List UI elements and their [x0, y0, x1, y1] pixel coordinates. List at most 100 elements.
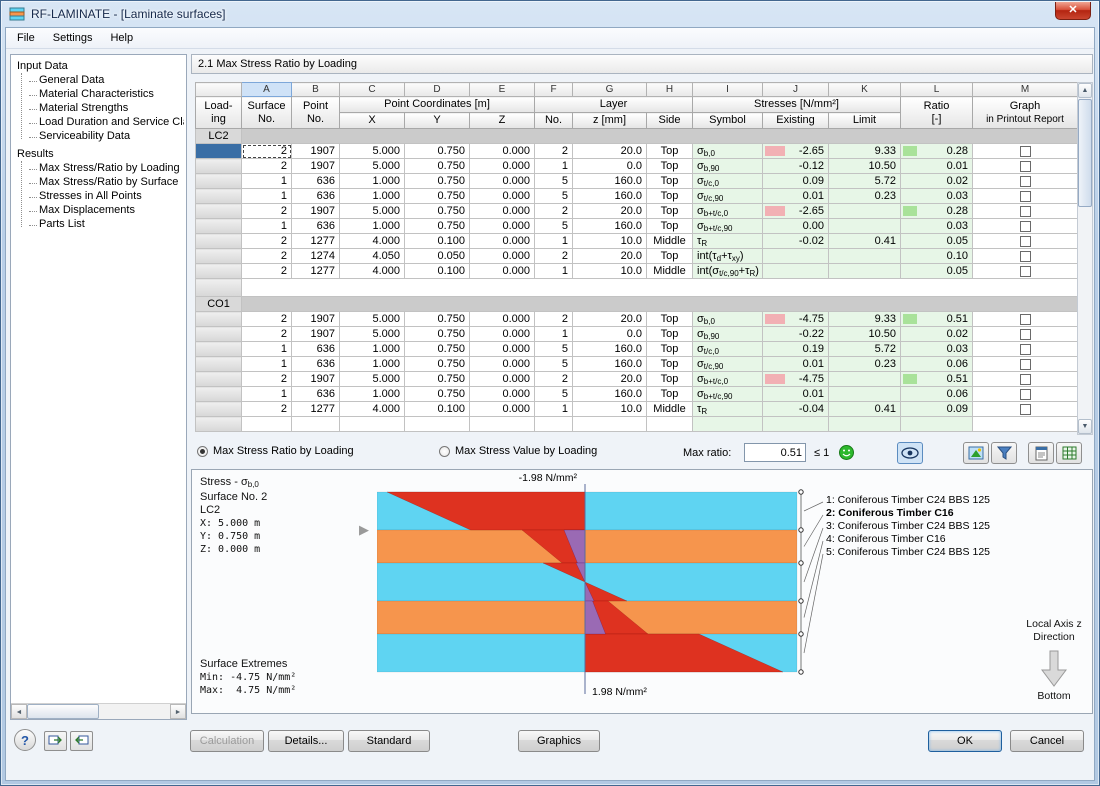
side-cell[interactable]: Top: [647, 144, 693, 159]
table-vertical-scrollbar[interactable]: ▲ ▼: [1077, 82, 1093, 435]
ratio-cell[interactable]: 0.09: [901, 402, 973, 417]
column-letter-B[interactable]: B: [292, 83, 340, 97]
scroll-down-arrow-icon[interactable]: ▼: [1078, 419, 1092, 434]
layer-z-cell[interactable]: 20.0: [573, 372, 647, 387]
layer-no-cell[interactable]: 1: [535, 264, 573, 279]
graph-checkbox-cell[interactable]: [973, 219, 1078, 234]
graph-checkbox-cell[interactable]: [973, 357, 1078, 372]
ratio-cell[interactable]: 0.51: [901, 312, 973, 327]
row-selector[interactable]: [196, 312, 242, 327]
side-cell[interactable]: Top: [647, 159, 693, 174]
graph-checkbox[interactable]: [1020, 251, 1031, 262]
symbol-cell[interactable]: σb+t/c,0: [693, 204, 763, 219]
point-cell[interactable]: 636: [292, 357, 340, 372]
column-header-layer[interactable]: Layer: [535, 97, 693, 113]
graph-checkbox-cell[interactable]: [973, 372, 1078, 387]
side-cell[interactable]: Top: [647, 327, 693, 342]
layer-z-cell[interactable]: 20.0: [573, 204, 647, 219]
ratio-cell[interactable]: 0.02: [901, 327, 973, 342]
column-letter-L[interactable]: L: [901, 83, 973, 97]
layer-no-cell[interactable]: 2: [535, 249, 573, 264]
limit-cell[interactable]: 0.41: [829, 234, 901, 249]
coord-x-cell[interactable]: 5.000: [340, 372, 405, 387]
point-cell[interactable]: 1907: [292, 144, 340, 159]
column-header-limit[interactable]: Limit: [829, 113, 901, 129]
symbol-cell[interactable]: σt/c,90: [693, 357, 763, 372]
ratio-cell[interactable]: 0.02: [901, 174, 973, 189]
surface-cell[interactable]: 2: [242, 264, 292, 279]
limit-cell[interactable]: [829, 219, 901, 234]
symbol-cell[interactable]: σb+t/c,0: [693, 372, 763, 387]
limit-cell[interactable]: 0.23: [829, 357, 901, 372]
column-header-point[interactable]: PointNo.: [292, 97, 340, 129]
layer-z-cell[interactable]: 20.0: [573, 312, 647, 327]
column-letter-J[interactable]: J: [763, 83, 829, 97]
limit-cell[interactable]: [829, 249, 901, 264]
side-cell[interactable]: Top: [647, 219, 693, 234]
surface-cell[interactable]: 2: [242, 249, 292, 264]
graph-checkbox[interactable]: [1020, 374, 1031, 385]
ratio-cell[interactable]: 0.06: [901, 357, 973, 372]
layer-no-cell[interactable]: 2: [535, 144, 573, 159]
limit-cell[interactable]: 10.50: [829, 159, 901, 174]
ratio-cell[interactable]: 0.06: [901, 387, 973, 402]
graph-checkbox-cell[interactable]: [973, 204, 1078, 219]
titlebar[interactable]: RF-LAMINATE - [Laminate surfaces] ✕: [1, 1, 1099, 27]
coord-x-cell[interactable]: 1.000: [340, 357, 405, 372]
existing-cell[interactable]: -4.75: [763, 312, 829, 327]
row-selector[interactable]: [196, 327, 242, 342]
column-header-surface[interactable]: SurfaceNo.: [242, 97, 292, 129]
coord-y-cell[interactable]: 0.750: [405, 159, 470, 174]
column-header-coordinates[interactable]: Point Coordinates [m]: [340, 97, 535, 113]
symbol-cell[interactable]: τR: [693, 402, 763, 417]
existing-cell[interactable]: [763, 264, 829, 279]
scrollbar-thumb[interactable]: [1078, 99, 1092, 207]
layer-z-cell[interactable]: 10.0: [573, 402, 647, 417]
existing-cell[interactable]: [763, 249, 829, 264]
coord-z-cell[interactable]: 0.000: [470, 144, 535, 159]
menu-help[interactable]: Help: [101, 29, 142, 47]
row-selector[interactable]: [196, 249, 242, 264]
graph-checkbox[interactable]: [1020, 206, 1031, 217]
column-header-side[interactable]: Side: [647, 113, 693, 129]
ratio-cell[interactable]: 0.03: [901, 219, 973, 234]
graph-checkbox-cell[interactable]: [973, 249, 1078, 264]
layer-no-cell[interactable]: 5: [535, 357, 573, 372]
coord-y-cell[interactable]: 0.100: [405, 234, 470, 249]
layer-z-cell[interactable]: 0.0: [573, 159, 647, 174]
row-selector[interactable]: [196, 234, 242, 249]
sidebar-horizontal-scrollbar[interactable]: ◄ ►: [11, 703, 186, 719]
row-selector[interactable]: [196, 144, 242, 159]
row-selector[interactable]: [196, 264, 242, 279]
surface-cell[interactable]: 2: [242, 402, 292, 417]
existing-cell[interactable]: -0.02: [763, 234, 829, 249]
surface-cell[interactable]: 2: [242, 327, 292, 342]
load-case-label[interactable]: CO1: [196, 297, 242, 312]
layer-no-cell[interactable]: 5: [535, 174, 573, 189]
point-cell[interactable]: 1907: [292, 372, 340, 387]
surface-cell[interactable]: 2: [242, 144, 292, 159]
menu-file[interactable]: File: [8, 29, 44, 47]
coord-x-cell[interactable]: 1.000: [340, 219, 405, 234]
symbol-cell[interactable]: σt/c,0: [693, 174, 763, 189]
tree-group-1[interactable]: Results: [15, 147, 184, 161]
tree-item[interactable]: Max Displacements: [22, 203, 184, 217]
coord-x-cell[interactable]: 4.000: [340, 402, 405, 417]
point-cell[interactable]: 1277: [292, 402, 340, 417]
coord-y-cell[interactable]: 0.100: [405, 264, 470, 279]
column-header-ratio[interactable]: Ratio[-]: [901, 97, 973, 129]
surface-cell[interactable]: 2: [242, 204, 292, 219]
layer-no-cell[interactable]: 1: [535, 159, 573, 174]
ratio-cell[interactable]: 0.05: [901, 234, 973, 249]
side-cell[interactable]: Top: [647, 204, 693, 219]
surface-cell[interactable]: 1: [242, 387, 292, 402]
surface-cell[interactable]: 2: [242, 234, 292, 249]
existing-cell[interactable]: -4.75: [763, 372, 829, 387]
side-cell[interactable]: Top: [647, 357, 693, 372]
coord-y-cell[interactable]: 0.100: [405, 402, 470, 417]
scrollbar-thumb[interactable]: [27, 704, 99, 719]
nav-right-button[interactable]: [70, 731, 93, 751]
symbol-cell[interactable]: int(τd+τxy): [693, 249, 763, 264]
row-selector[interactable]: [196, 174, 242, 189]
column-letter-D[interactable]: D: [405, 83, 470, 97]
